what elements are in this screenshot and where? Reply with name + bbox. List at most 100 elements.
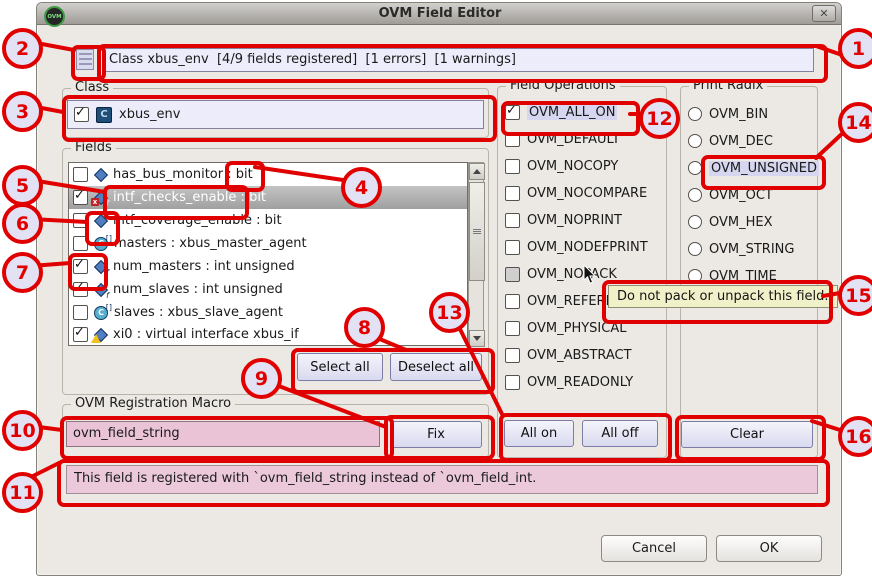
row-label: slaves : xbus_slave_agent — [114, 305, 283, 320]
annotation-circle-3: 3 — [2, 91, 43, 132]
annotation-circle-12: 12 — [639, 98, 680, 139]
radix-item[interactable]: OVM_TIME — [688, 267, 777, 285]
fieldop-checkbox[interactable] — [505, 240, 520, 255]
fix-button[interactable]: Fix — [390, 421, 482, 448]
radix-label: OVM_HEX — [709, 215, 773, 230]
list-item-selected[interactable]: ✓ xf intf_checks_enable : bit — [69, 186, 467, 209]
list-item[interactable]: has_bus_monitor : bit — [69, 163, 467, 186]
field-diamond-error-icon: xf — [94, 191, 107, 204]
row-checkbox[interactable] — [73, 213, 88, 228]
list-item[interactable]: intf_coverage_enable : bit — [69, 209, 467, 232]
field-diamond-icon — [94, 214, 107, 227]
radix-item[interactable]: OVM_BIN — [688, 105, 768, 123]
list-item[interactable]: ✓ f num_slaves : int unsigned — [69, 278, 467, 301]
clear-button[interactable]: Clear — [681, 421, 813, 448]
fieldop-item-hover[interactable]: OVM_NOPACK — [505, 265, 617, 283]
fieldop-item[interactable]: OVM_NOCOPY — [505, 157, 618, 175]
status-text: Class xbus_env [4/9 fields registered] [… — [109, 52, 516, 67]
row-checkbox[interactable] — [73, 236, 88, 251]
radio-icon[interactable] — [688, 269, 702, 283]
fieldop-checkbox[interactable] — [505, 186, 520, 201]
fieldop-item[interactable]: OVM_NODEFPRINT — [505, 238, 648, 256]
fieldop-checkbox[interactable] — [505, 375, 520, 390]
radio-icon[interactable] — [688, 215, 702, 229]
field-diamond-warning-icon — [94, 328, 107, 341]
fields-list[interactable]: has_bus_monitor : bit ✓ xf intf_checks_e… — [68, 162, 468, 346]
fieldop-checkbox[interactable] — [505, 132, 520, 147]
field-diamond-icon — [94, 168, 107, 181]
annotation-circle-11: 11 — [2, 472, 43, 513]
row-label: has_bus_monitor : bit — [113, 167, 253, 182]
row-checkbox[interactable]: ✓ — [73, 259, 88, 274]
fieldop-label: OVM_NOPACK — [527, 267, 617, 282]
class-row[interactable]: ✓ C xbus_env — [67, 100, 484, 129]
fieldop-label: OVM_NODEFPRINT — [527, 240, 648, 255]
radix-label: OVM_BIN — [709, 107, 768, 122]
fieldop-label: OVM_NOCOMPARE — [527, 186, 647, 201]
all-on-button[interactable]: All on — [504, 420, 574, 447]
fieldop-checkbox[interactable] — [505, 159, 520, 174]
row-checkbox[interactable]: ✓ — [73, 327, 88, 342]
deselect-all-button[interactable]: Deselect all — [390, 353, 482, 381]
radix-item[interactable]: OVM_HEX — [688, 213, 773, 231]
select-all-button[interactable]: Select all — [297, 353, 383, 381]
list-item[interactable]: C[] slaves : xbus_slave_agent — [69, 301, 467, 324]
close-icon[interactable]: ✕ — [812, 5, 836, 22]
fieldop-label: OVM_DEFAULT — [527, 132, 620, 147]
class-checkbox[interactable]: ✓ — [74, 107, 89, 122]
scroll-down-icon[interactable] — [469, 330, 485, 347]
row-checkbox[interactable]: ✓ — [73, 282, 88, 297]
list-item[interactable]: ✓ xi0 : virtual interface xbus_if — [69, 324, 467, 345]
fieldop-checkbox[interactable] — [505, 321, 520, 336]
fieldop-item[interactable]: OVM_DEFAULT — [505, 130, 620, 148]
cancel-button[interactable]: Cancel — [601, 535, 707, 562]
annotation-circle-2: 2 — [2, 28, 43, 69]
row-checkbox[interactable] — [73, 167, 88, 182]
radio-icon[interactable] — [688, 134, 702, 148]
annotation-circle-6: 6 — [2, 203, 43, 244]
list-item[interactable]: C[] masters : xbus_master_agent — [69, 232, 467, 255]
fieldop-checkbox[interactable] — [505, 267, 520, 282]
annotation-circle-10: 10 — [2, 410, 43, 451]
fieldop-item[interactable]: OVM_READONLY — [505, 373, 633, 391]
radix-item[interactable]: OVM_DEC — [688, 132, 773, 150]
fieldop-item[interactable]: OVM_NOCOMPARE — [505, 184, 647, 202]
row-checkbox[interactable] — [73, 305, 88, 320]
field-operations-label: Field Operations — [506, 78, 620, 93]
scroll-up-icon[interactable] — [469, 163, 485, 180]
fieldop-item[interactable]: OVM_ABSTRACT — [505, 346, 632, 364]
radio-icon[interactable] — [688, 242, 702, 256]
macro-input[interactable]: ovm_field_string — [66, 421, 380, 447]
field-diamond-icon: f — [94, 283, 107, 296]
list-item[interactable]: ✓ f num_masters : int unsigned — [69, 255, 467, 278]
annotation-circle-9: 9 — [241, 358, 282, 399]
fields-scrollbar[interactable] — [468, 162, 484, 346]
fieldop-item[interactable]: ✓ OVM_ALL_ON — [505, 103, 617, 121]
fieldop-checkbox[interactable]: ✓ — [505, 105, 520, 120]
class-icon: C — [96, 107, 112, 123]
annotation-circle-4: 4 — [341, 167, 382, 208]
status-list-icon[interactable] — [76, 49, 94, 70]
macro-value: ovm_field_string — [73, 426, 180, 441]
ok-button[interactable]: OK — [716, 535, 822, 562]
fieldop-label: OVM_NOPRINT — [527, 213, 622, 228]
fieldop-item[interactable]: OVM_PHYSICAL — [505, 319, 626, 337]
radio-icon[interactable] — [688, 161, 702, 175]
radix-label: OVM_OCT — [709, 188, 773, 203]
radio-icon[interactable] — [688, 107, 702, 121]
radio-icon[interactable] — [688, 188, 702, 202]
row-checkbox[interactable]: ✓ — [73, 190, 88, 205]
fieldop-item[interactable]: OVM_NOPRINT — [505, 211, 622, 229]
fieldop-checkbox[interactable] — [505, 213, 520, 228]
status-bar: Class xbus_env [4/9 fields registered] [… — [103, 48, 814, 72]
fieldop-checkbox[interactable] — [505, 294, 520, 309]
radix-label: OVM_TIME — [709, 269, 777, 284]
fields-group-label: Fields — [71, 140, 116, 155]
radix-item[interactable]: OVM_OCT — [688, 186, 773, 204]
all-off-button[interactable]: All off — [582, 420, 658, 447]
field-diamond-icon: f — [94, 260, 107, 273]
fieldop-checkbox[interactable] — [505, 348, 520, 363]
scrollbar-thumb[interactable] — [469, 182, 485, 281]
radix-item-highlighted[interactable]: OVM_UNSIGNED — [688, 159, 819, 177]
radix-item[interactable]: OVM_STRING — [688, 240, 794, 258]
